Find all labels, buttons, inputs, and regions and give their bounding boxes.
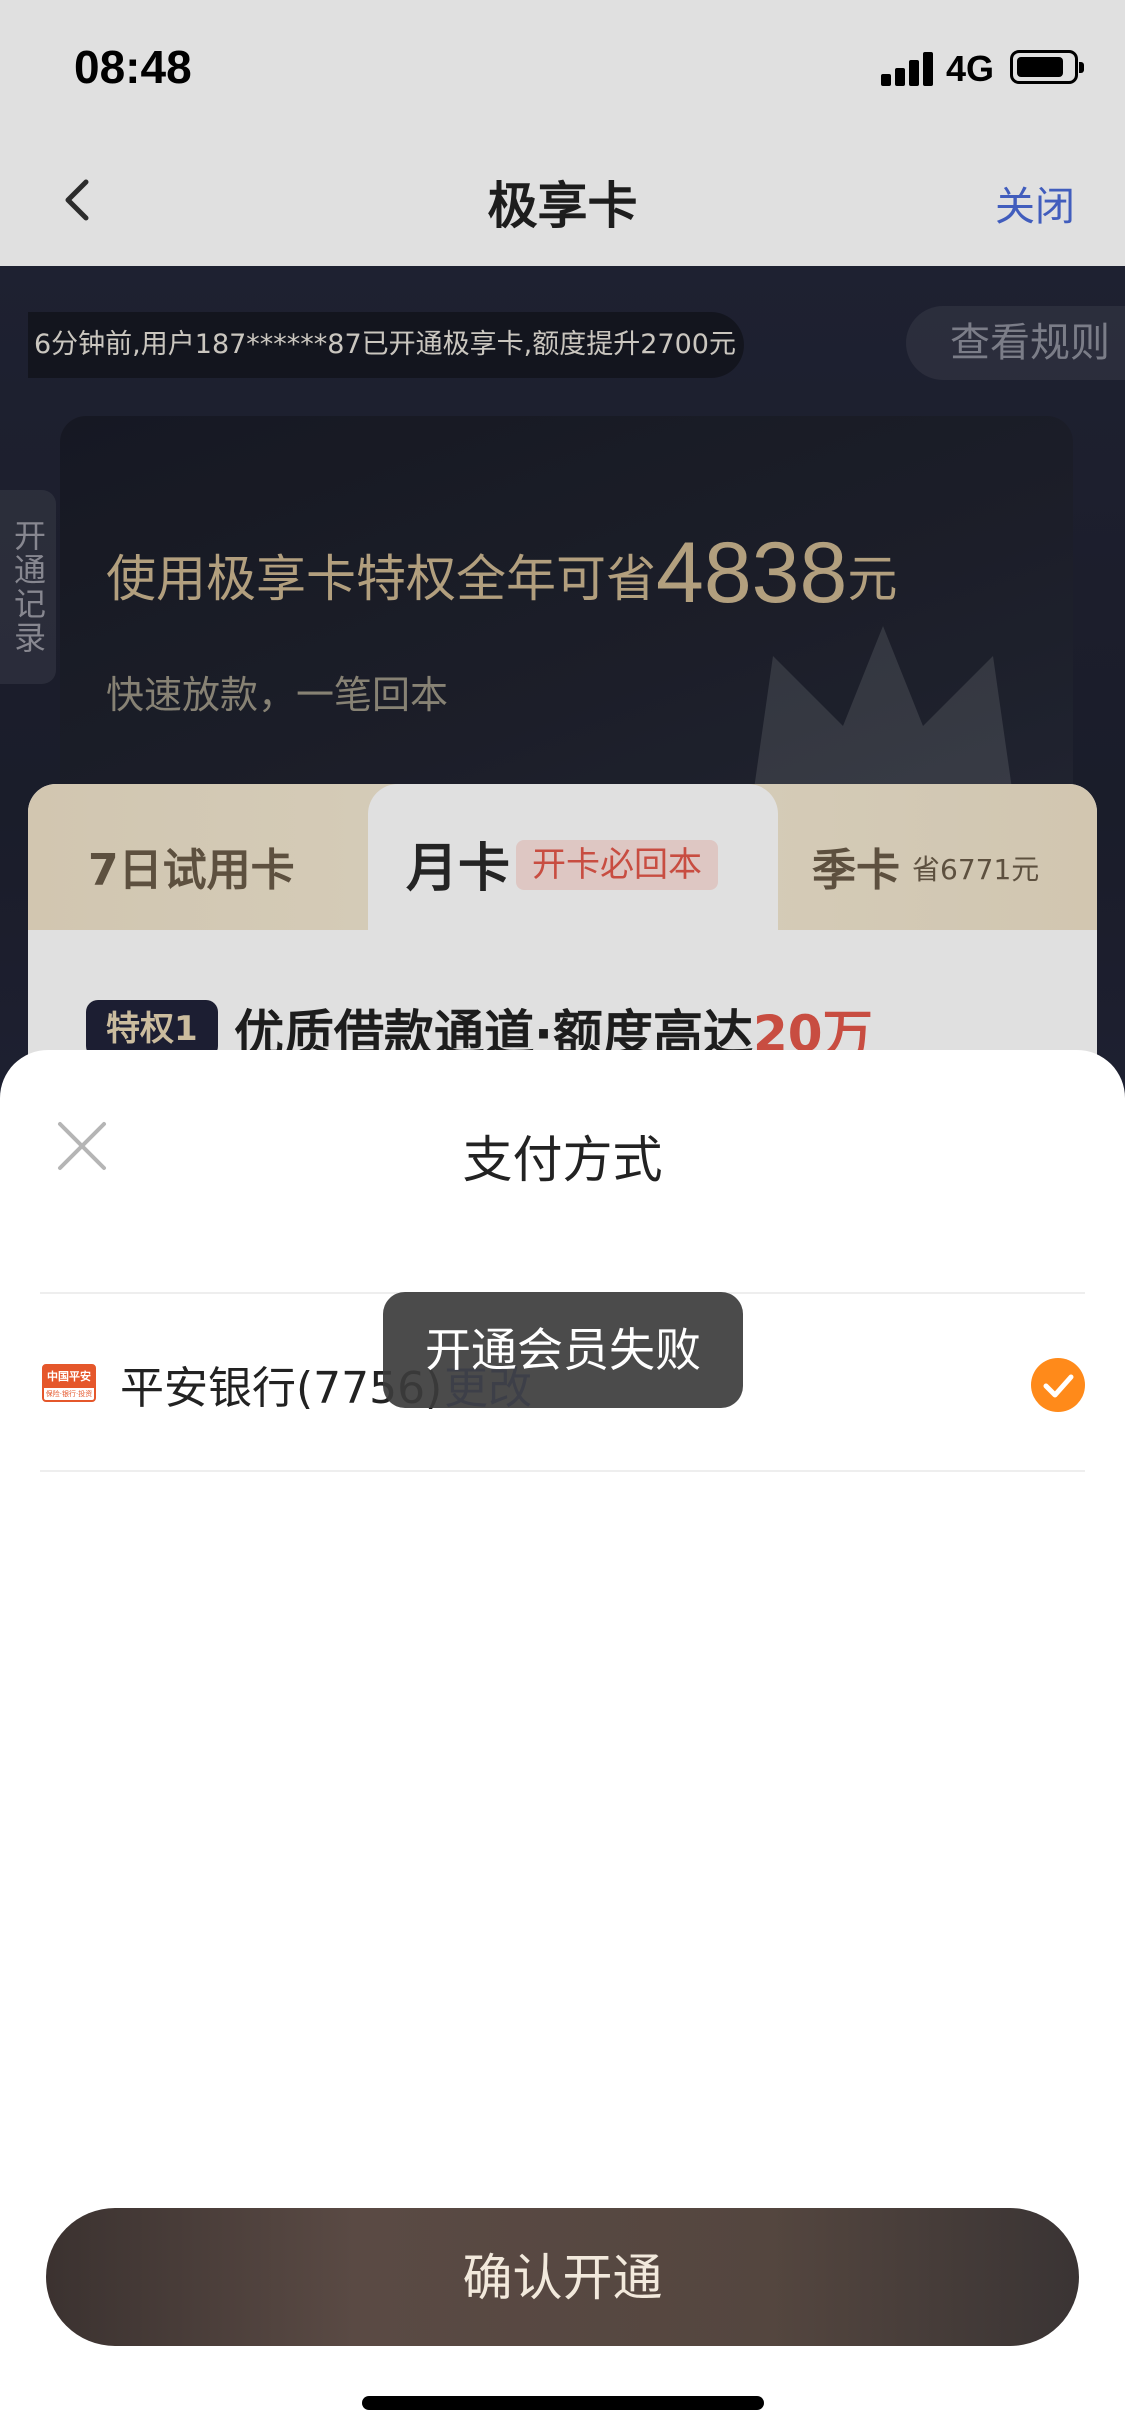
ping-an-bank-logo: 中国平安 保险·银行·投资 bbox=[42, 1364, 96, 1402]
error-toast: 开通会员失败 bbox=[383, 1292, 743, 1408]
check-icon[interactable] bbox=[1031, 1358, 1085, 1412]
bank-logo-text: 中国平安 bbox=[44, 1366, 94, 1388]
sheet-title: 支付方式 bbox=[462, 1131, 663, 1189]
confirm-activate-button[interactable]: 确认开通 bbox=[46, 2208, 1079, 2346]
bank-logo-subtext: 保险·银行·投资 bbox=[45, 1390, 93, 1398]
home-indicator bbox=[362, 2396, 764, 2410]
divider bbox=[40, 1470, 1085, 1472]
